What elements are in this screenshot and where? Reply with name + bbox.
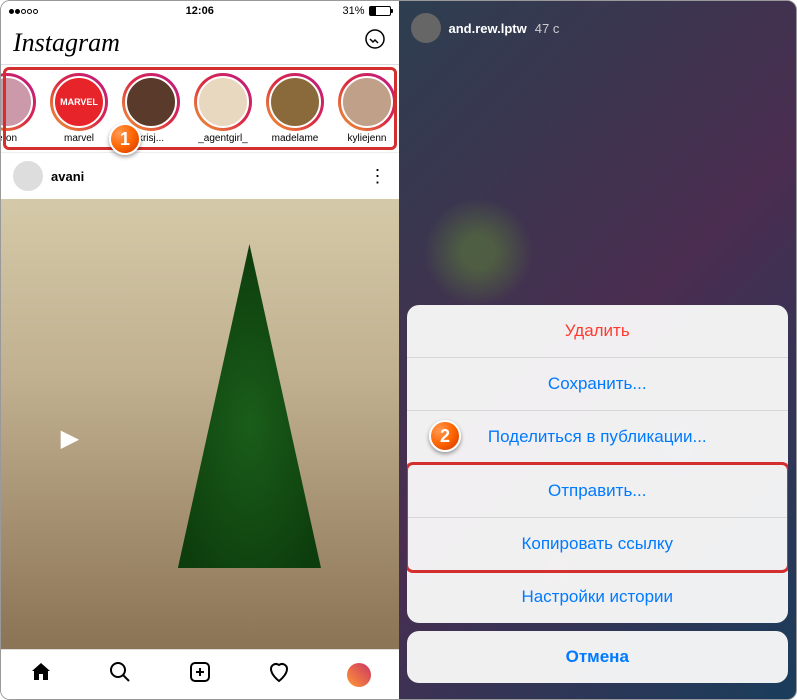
battery-percent: 31% [342, 5, 364, 17]
search-icon[interactable] [108, 660, 132, 689]
clock: 12:06 [186, 5, 214, 17]
story-user-avatar[interactable] [411, 13, 441, 43]
story-view-screen: and.rew.lptw 47 с Удалить Сохранить... П… [399, 1, 797, 699]
bottom-nav [1, 649, 399, 699]
story-item[interactable]: _agentgirl_ [191, 73, 255, 144]
story-item[interactable]: madelame [263, 73, 327, 144]
activity-icon[interactable] [267, 660, 291, 689]
instagram-home-screen: 12:06 31% Instagram eron MARVEL marvel [1, 1, 399, 699]
messenger-icon[interactable] [363, 28, 387, 57]
post-more-icon[interactable]: ⋮ [369, 166, 387, 187]
story-settings-button[interactable]: Настройки истории [407, 571, 789, 623]
post-user-avatar[interactable] [13, 161, 43, 191]
post-media[interactable]: ▶ [1, 199, 399, 649]
copy-link-button[interactable]: Копировать ссылку [408, 518, 788, 570]
annotation-badge-1: 1 [109, 123, 141, 155]
story-item[interactable]: eron [1, 73, 39, 144]
post-username[interactable]: avani [51, 169, 84, 184]
battery-icon [369, 6, 391, 16]
story-item[interactable]: MARVEL marvel [47, 73, 111, 144]
annotation-badge-2: 2 [429, 420, 461, 452]
annotation-highlight-2: Отправить... Копировать ссылку [407, 462, 789, 573]
status-bar: 12:06 31% [1, 1, 399, 21]
cancel-button[interactable]: Отмена [407, 631, 789, 683]
story-item[interactable]: kyliejenn [335, 73, 399, 144]
new-post-icon[interactable] [188, 660, 212, 689]
instagram-header: Instagram [1, 21, 399, 65]
story-timestamp: 47 с [535, 21, 560, 36]
profile-icon[interactable] [347, 663, 371, 687]
stories-tray[interactable]: eron MARVEL marvel krisj... _agentgirl_ … [1, 65, 399, 153]
play-icon: ▶ [61, 424, 79, 453]
send-button[interactable]: Отправить... [408, 465, 788, 518]
story-username[interactable]: and.rew.lptw [449, 21, 527, 36]
story-header: and.rew.lptw 47 с [399, 1, 797, 55]
action-sheet: Удалить Сохранить... Поделиться в публик… [399, 297, 797, 699]
instagram-logo: Instagram [13, 28, 120, 58]
save-button[interactable]: Сохранить... [407, 358, 789, 411]
home-icon[interactable] [29, 660, 53, 689]
share-to-post-button[interactable]: Поделиться в публикации... [407, 411, 789, 464]
post-header: avani ⋮ [1, 153, 399, 199]
delete-button[interactable]: Удалить [407, 305, 789, 358]
